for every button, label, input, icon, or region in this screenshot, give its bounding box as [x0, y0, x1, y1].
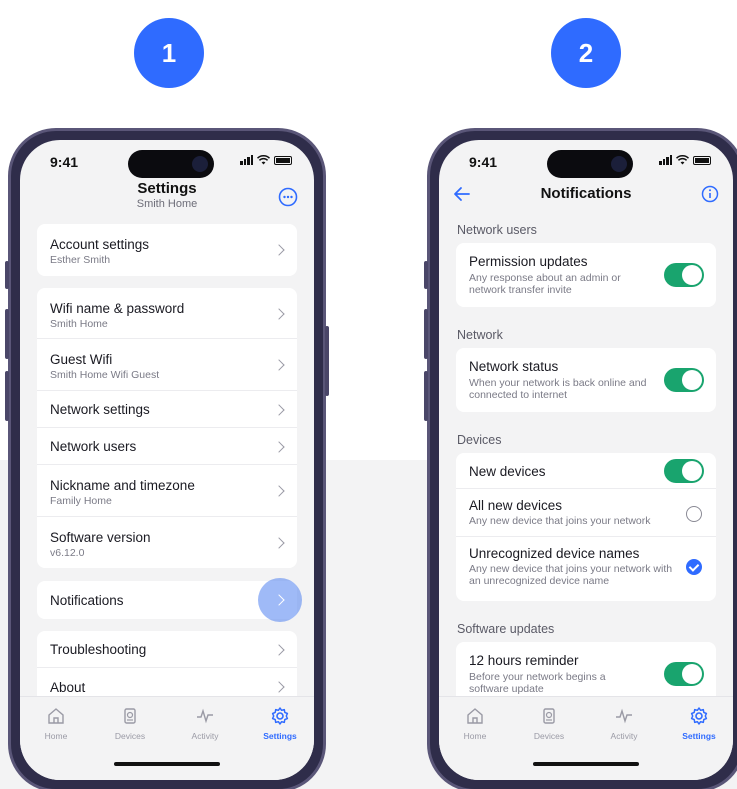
signal-icon [659, 155, 672, 165]
new-devices-toggle[interactable] [664, 459, 704, 483]
dynamic-island [128, 150, 214, 178]
status-bar: 9:41 [439, 140, 733, 184]
list-item-network-settings[interactable]: Network settings [37, 391, 297, 428]
tab-settings[interactable]: Settings [250, 705, 310, 741]
devices-icon [543, 708, 555, 724]
status-time: 9:41 [469, 154, 498, 170]
activity-icon [616, 708, 632, 724]
chevron-right-icon [273, 537, 285, 549]
tab-settings[interactable]: Settings [669, 705, 729, 741]
battery-icon [274, 155, 292, 165]
list-item-notifications[interactable]: Notifications [37, 578, 302, 622]
info-icon[interactable] [701, 185, 719, 203]
list-item-guest-wifi[interactable]: Guest Wifi Smith Home Wifi Guest [37, 339, 297, 391]
section-title-network-users: Network users [457, 223, 537, 237]
list-item-permission-updates: Permission updates Any response about an… [456, 243, 716, 307]
permission-updates-toggle[interactable] [664, 263, 704, 287]
list-item-new-devices: New devices [456, 453, 716, 489]
unrecognized-device-names-radio[interactable] [686, 559, 702, 575]
signal-icon [240, 155, 253, 165]
list-item-software-version[interactable]: Software version v6.12.0 [37, 517, 297, 568]
home-indicator[interactable] [533, 762, 639, 766]
page-title: Settings [137, 180, 197, 197]
gear-icon [271, 707, 289, 725]
wifi-icon [676, 155, 689, 165]
chevron-right-icon [273, 644, 285, 656]
step-badge-2: 2 [551, 18, 621, 88]
phone-notifications: 9:41 Notifications Network users Permiss… [424, 128, 737, 789]
list-item-all-new-devices[interactable]: All new devices Any new device that join… [456, 489, 716, 537]
notifications-screen: 9:41 Notifications Network users Permiss… [439, 140, 733, 780]
section-title-devices: Devices [457, 433, 502, 447]
devices-group: New devices All new devices Any new devi… [456, 453, 716, 601]
list-item-nickname-timezone[interactable]: Nickname and timezone Family Home [37, 465, 297, 517]
chevron-right-icon [273, 308, 285, 320]
list-item-wifi-name[interactable]: Wifi name & password Smith Home [37, 288, 297, 339]
status-bar: 9:41 [20, 140, 314, 184]
chevron-right-icon [273, 441, 285, 453]
network-status-toggle[interactable] [664, 368, 704, 392]
list-item-network-status: Network status When your network is back… [456, 348, 716, 412]
chevron-right-icon [273, 681, 285, 693]
settings-screen: 9:41 Settings Smith Home Account setting… [20, 140, 314, 780]
chevron-right-icon [273, 244, 285, 256]
chevron-right-icon [273, 404, 285, 416]
tab-bar: Home Devices Activity Settings [20, 696, 314, 780]
network-group: Wifi name & password Smith Home Guest Wi… [37, 288, 297, 568]
12-hours-reminder-toggle[interactable] [664, 662, 704, 686]
tab-home[interactable]: Home [445, 705, 505, 741]
tab-activity[interactable]: Activity [594, 705, 654, 741]
home-indicator[interactable] [114, 762, 220, 766]
chevron-right-icon [273, 485, 285, 497]
support-group: Troubleshooting About [37, 631, 297, 706]
tab-devices[interactable]: Devices [519, 705, 579, 741]
status-time: 9:41 [50, 154, 79, 170]
page-subtitle: Smith Home [136, 198, 198, 210]
list-item-account-settings[interactable]: Account settings Esther Smith [37, 224, 297, 276]
page-title: Notifications [540, 185, 632, 202]
wifi-icon [257, 155, 270, 165]
tab-activity[interactable]: Activity [175, 705, 235, 741]
notifications-group: Notifications [37, 578, 302, 622]
home-icon [467, 708, 483, 724]
network-group: Network status When your network is back… [456, 348, 716, 412]
account-group: Account settings Esther Smith [37, 224, 297, 276]
dynamic-island [547, 150, 633, 178]
activity-icon [197, 708, 213, 724]
gear-icon [690, 707, 708, 725]
all-new-devices-radio[interactable] [686, 506, 702, 522]
list-item-network-users[interactable]: Network users [37, 428, 297, 465]
network-users-group: Permission updates Any response about an… [456, 243, 716, 307]
list-item-unrecognized-device-names[interactable]: Unrecognized device names Any new device… [456, 537, 716, 601]
more-horizontal-circle-icon[interactable] [278, 187, 298, 207]
battery-icon [693, 155, 711, 165]
chevron-right-icon [273, 359, 285, 371]
tab-home[interactable]: Home [26, 705, 86, 741]
tab-bar: Home Devices Activity Settings [439, 696, 733, 780]
devices-icon [124, 708, 136, 724]
section-title-network: Network [457, 328, 503, 342]
section-title-software-updates: Software updates [457, 622, 555, 636]
home-icon [48, 708, 64, 724]
phone-settings: 9:41 Settings Smith Home Account setting… [5, 128, 329, 789]
tab-devices[interactable]: Devices [100, 705, 160, 741]
list-item-troubleshooting[interactable]: Troubleshooting [37, 631, 297, 668]
step-badge-1: 1 [134, 18, 204, 88]
